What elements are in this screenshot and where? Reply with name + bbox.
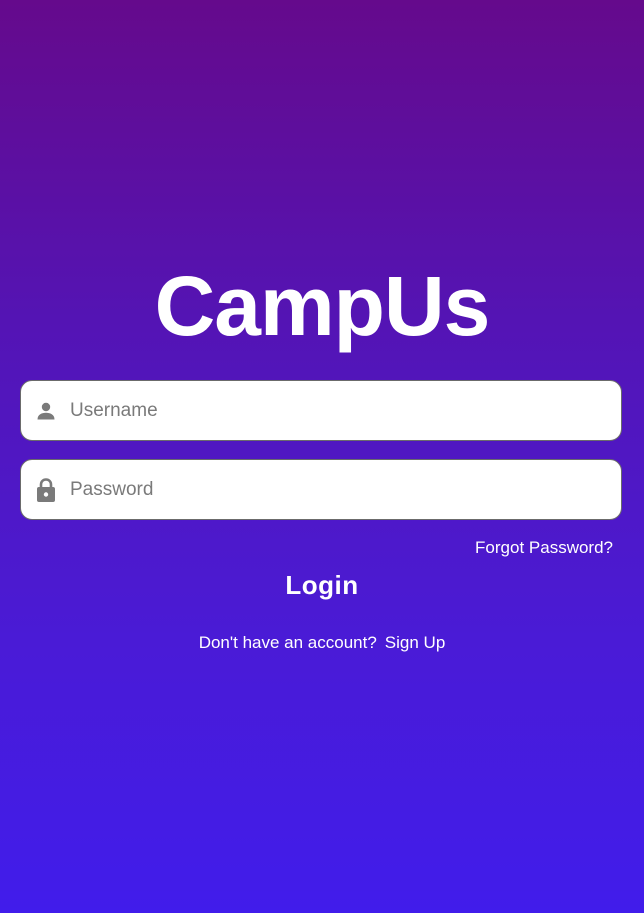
app-title: CampUs: [154, 259, 491, 353]
signup-row: Don't have an account? Sign Up: [0, 633, 644, 653]
username-field[interactable]: [20, 380, 622, 441]
password-field[interactable]: [20, 459, 622, 520]
username-input[interactable]: [70, 381, 621, 440]
lock-icon: [22, 459, 70, 520]
person-icon: [22, 380, 70, 441]
signup-link[interactable]: Sign Up: [385, 633, 445, 652]
password-input[interactable]: [70, 460, 621, 519]
forgot-password-link[interactable]: Forgot Password?: [475, 538, 613, 558]
login-button[interactable]: Login: [222, 563, 422, 607]
signup-prompt: Don't have an account?: [198, 633, 377, 652]
